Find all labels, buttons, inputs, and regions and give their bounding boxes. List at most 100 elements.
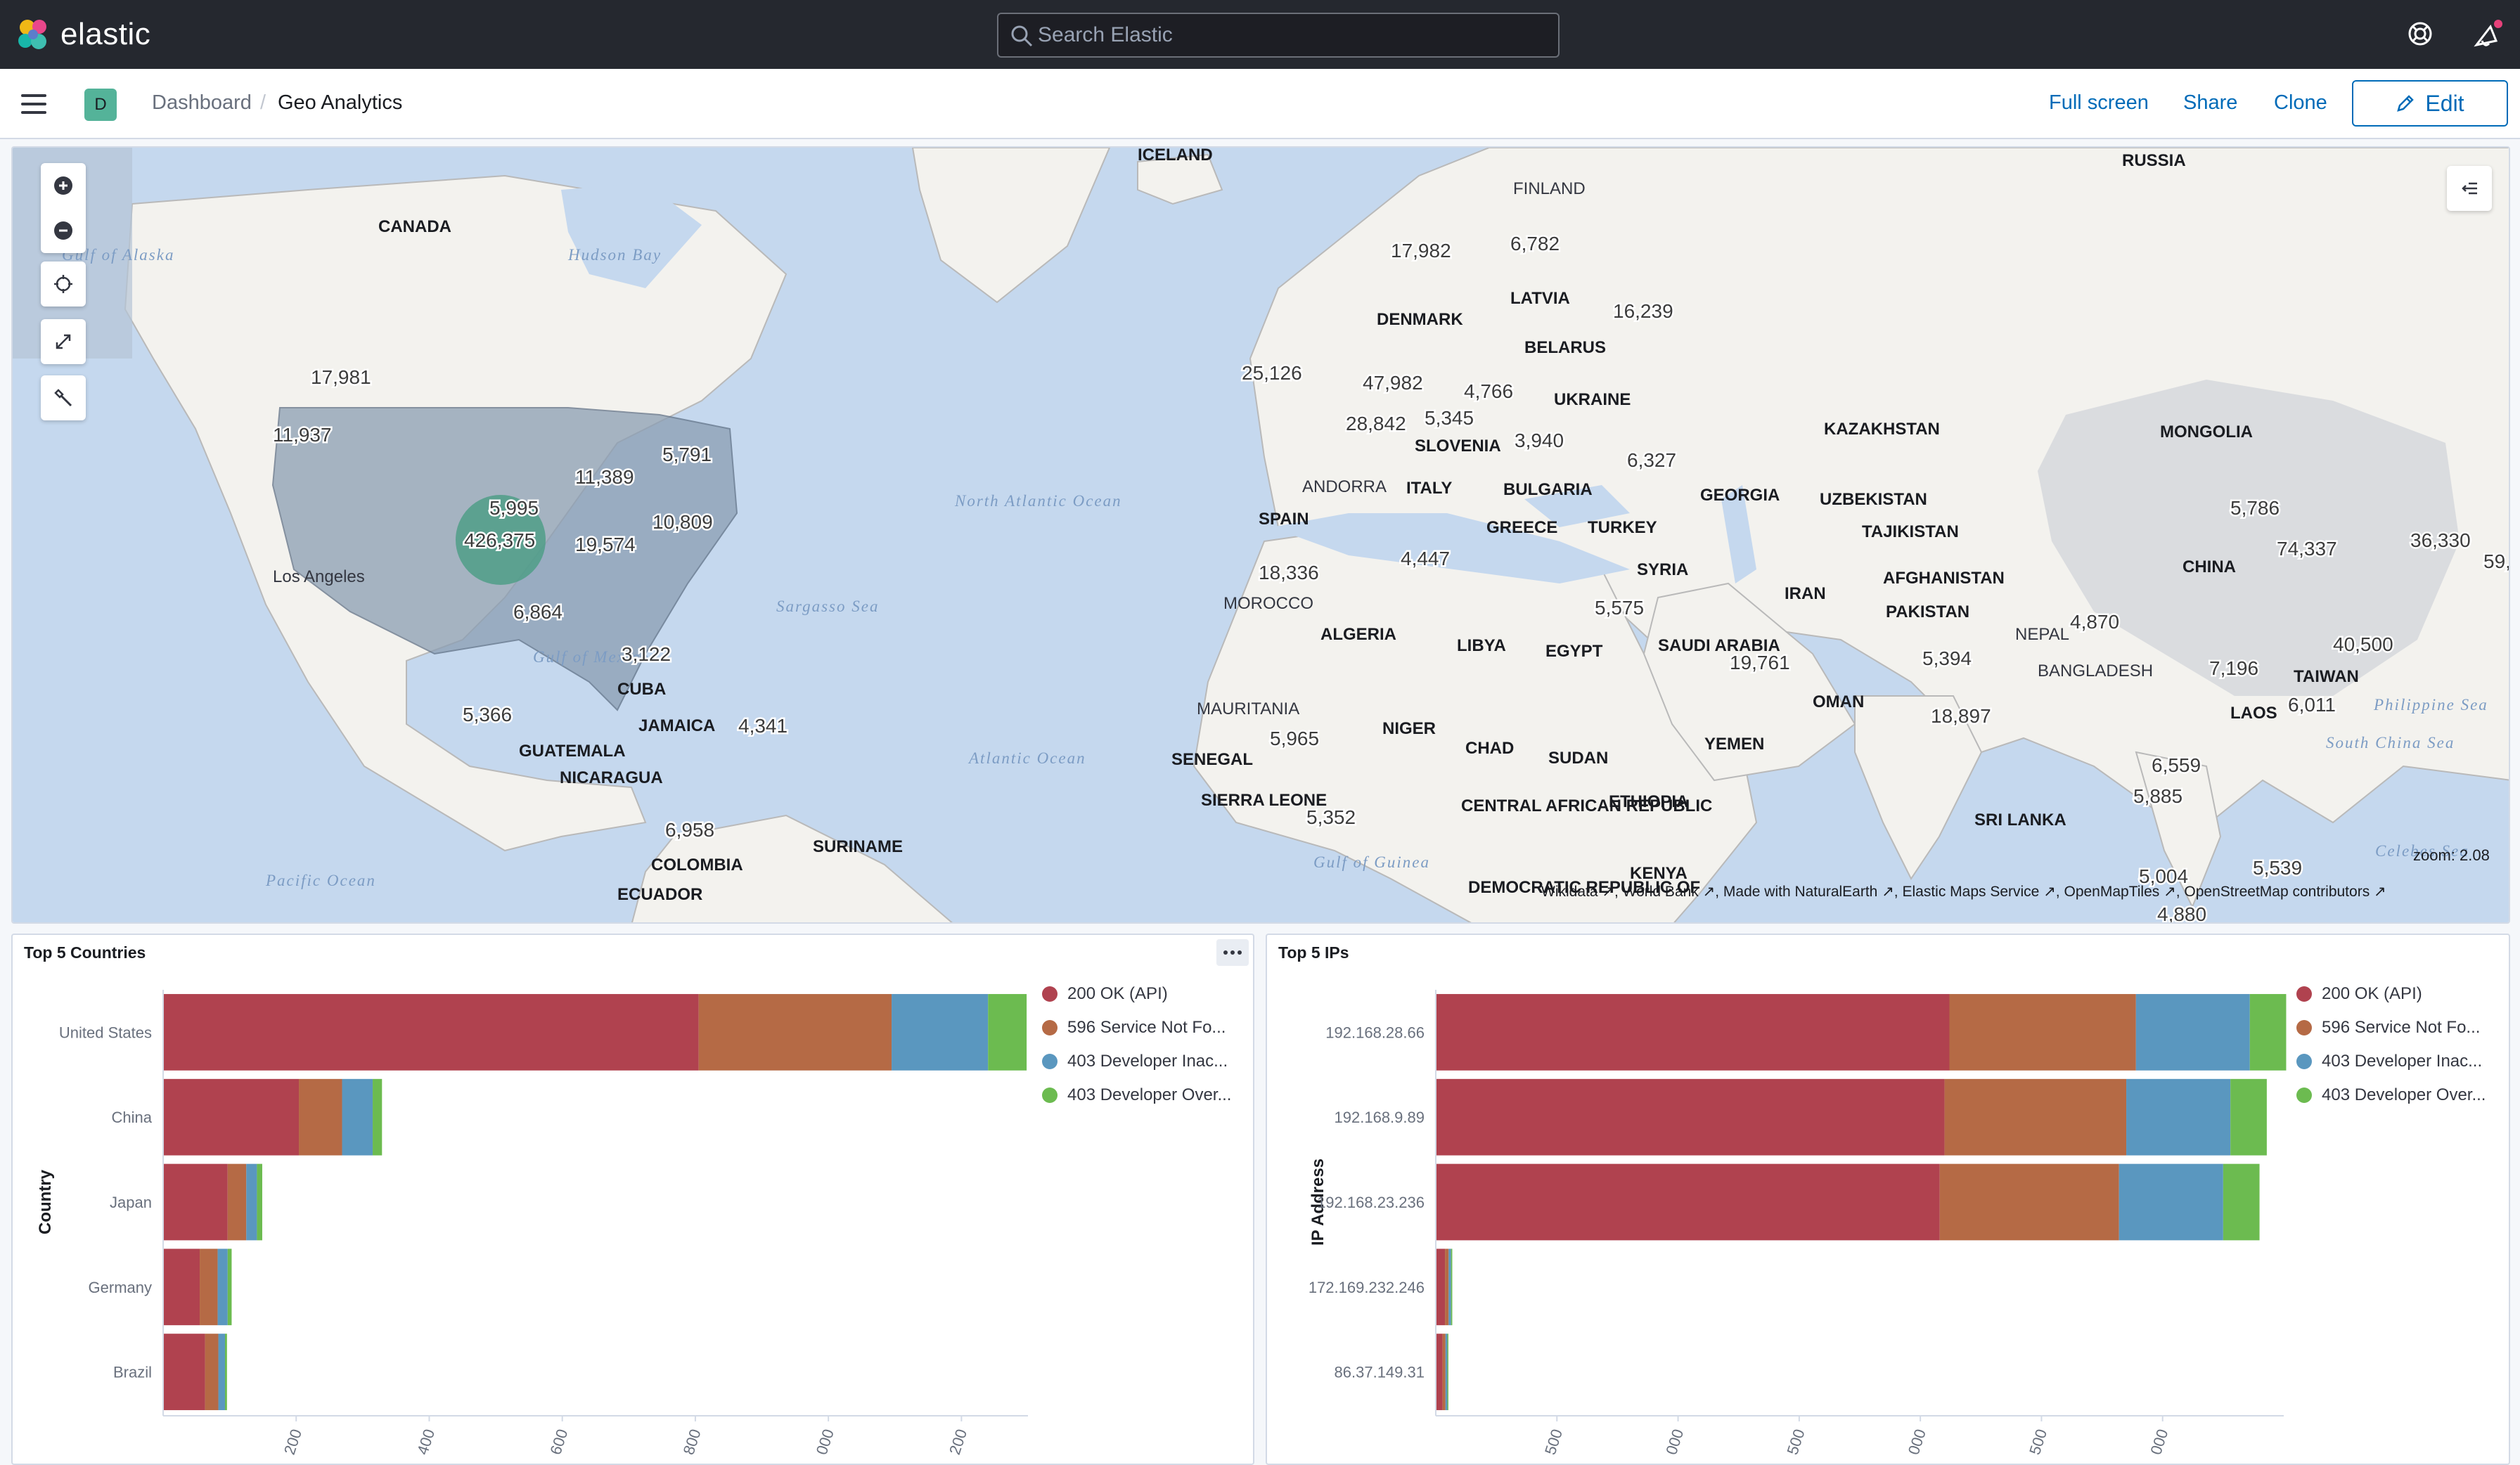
bar-segment[interactable] bbox=[224, 1334, 227, 1410]
attribution-link[interactable]: OpenStreetMap contributors bbox=[2184, 884, 2370, 900]
legend-dot bbox=[2296, 986, 2312, 1002]
world-map[interactable]: ICELAND RUSSIA FINLAND CANADA Gulf of Al… bbox=[13, 148, 2510, 924]
legend-item[interactable]: 596 Service Not Fo... bbox=[2296, 1018, 2486, 1038]
bar-segment[interactable] bbox=[163, 1248, 200, 1326]
bar-segment[interactable] bbox=[698, 994, 892, 1071]
map-label: Pacific Ocean bbox=[265, 872, 376, 889]
bar-segment[interactable] bbox=[227, 1248, 232, 1326]
cluster-count: 11,389 bbox=[575, 466, 634, 488]
bar-segment[interactable] bbox=[1939, 1163, 2119, 1241]
bar-segment[interactable] bbox=[200, 1248, 218, 1326]
x-tick-label: 3,000 bbox=[2143, 1427, 2172, 1455]
panel-options-button[interactable] bbox=[1216, 939, 1249, 966]
map-label: BULGARIA bbox=[1503, 480, 1593, 499]
attribution-link[interactable]: Made with NaturalEarth bbox=[1723, 884, 1877, 900]
news-icon[interactable] bbox=[2472, 20, 2505, 51]
cluster-count: 5,786 bbox=[2230, 497, 2280, 519]
bar-segment[interactable] bbox=[988, 994, 1027, 1071]
bar-segment[interactable] bbox=[2119, 1163, 2223, 1241]
bar-segment[interactable] bbox=[1944, 1078, 2127, 1156]
map-label: SPAIN bbox=[1259, 510, 1309, 529]
bar-segment[interactable] bbox=[163, 1334, 205, 1410]
reset-view-button[interactable] bbox=[41, 262, 86, 306]
cluster-count: 18,336 bbox=[1259, 562, 1319, 583]
zoom-out-button[interactable] bbox=[41, 208, 86, 253]
category-label: Japan bbox=[110, 1194, 152, 1211]
menu-icon[interactable] bbox=[21, 94, 46, 114]
legend-item[interactable]: 403 Developer Inac... bbox=[1042, 1052, 1231, 1071]
bar-segment[interactable] bbox=[2223, 1163, 2260, 1241]
bar-segment[interactable] bbox=[1436, 1163, 1940, 1241]
draw-tools-button[interactable] bbox=[41, 375, 86, 420]
full-screen-link[interactable]: Full screen bbox=[2049, 91, 2149, 115]
map-label: Philippine Sea bbox=[2373, 696, 2488, 714]
clone-link[interactable]: Clone bbox=[2274, 91, 2327, 115]
bar-segment[interactable] bbox=[1451, 1248, 1453, 1326]
attribution-link[interactable]: World Bank bbox=[1623, 884, 1699, 900]
bar-segment[interactable] bbox=[257, 1163, 262, 1241]
search-placeholder: Search Elastic bbox=[1038, 23, 1173, 46]
bar-segment[interactable] bbox=[2135, 994, 2250, 1071]
legend-item[interactable]: 200 OK (API) bbox=[1042, 984, 1231, 1004]
ips-bar-chart[interactable]: IP Address192.168.28.66192.168.9.89192.1… bbox=[1267, 935, 2294, 1455]
countries-bar-chart[interactable]: Country United States China Japan Germany Bra… bbox=[13, 935, 1039, 1455]
map-label: South China Sea bbox=[2326, 734, 2455, 751]
bar-segment[interactable] bbox=[2126, 1078, 2231, 1156]
space-avatar[interactable]: D bbox=[84, 89, 117, 121]
x-tick-label: 2,000 bbox=[1901, 1427, 1929, 1455]
x-tick-label: 2,500 bbox=[2021, 1427, 2050, 1455]
bar-segment[interactable] bbox=[1436, 1334, 1443, 1410]
map-panel[interactable]: ICELAND RUSSIA FINLAND CANADA Gulf of Al… bbox=[11, 146, 2510, 924]
bar-segment[interactable] bbox=[218, 1334, 225, 1410]
bar-segment[interactable] bbox=[2230, 1078, 2267, 1156]
elastic-logo-icon bbox=[18, 20, 46, 49]
bar-segment[interactable] bbox=[163, 994, 699, 1071]
bar-segment[interactable] bbox=[1436, 1248, 1446, 1326]
attribution-link[interactable]: Wikidata bbox=[1541, 884, 1598, 900]
bar-segment[interactable] bbox=[205, 1334, 219, 1410]
attribution-link[interactable]: Elastic Maps Service bbox=[1902, 884, 2039, 900]
expand-button[interactable] bbox=[41, 319, 86, 364]
bar-segment[interactable] bbox=[246, 1163, 257, 1241]
bar-segment[interactable] bbox=[1436, 1078, 1945, 1156]
bar-segment[interactable] bbox=[1448, 1248, 1451, 1326]
bar-segment[interactable] bbox=[892, 994, 989, 1071]
bar-segment[interactable] bbox=[163, 1163, 228, 1241]
map-label: MOROCCO bbox=[1223, 594, 1313, 613]
bar-segment[interactable] bbox=[1445, 1334, 1448, 1410]
bar-segment[interactable] bbox=[342, 1078, 373, 1156]
elastic-logo[interactable]: elastic bbox=[15, 17, 150, 52]
bar-segment[interactable] bbox=[299, 1078, 342, 1156]
bar-segment[interactable] bbox=[1442, 1334, 1446, 1410]
bar-segment[interactable] bbox=[1436, 994, 1950, 1071]
zoom-in-button[interactable] bbox=[41, 163, 86, 208]
help-icon[interactable] bbox=[2406, 20, 2434, 48]
cluster-count: 4,870 bbox=[2070, 611, 2119, 633]
map-label: CUBA bbox=[617, 680, 666, 699]
edit-button[interactable]: Edit bbox=[2352, 80, 2508, 127]
bar-segment[interactable] bbox=[163, 1078, 300, 1156]
category-label: Brazil bbox=[113, 1364, 152, 1381]
bar-segment[interactable] bbox=[373, 1078, 382, 1156]
bar-segment[interactable] bbox=[1445, 1248, 1449, 1326]
breadcrumb-dashboard[interactable]: Dashboard bbox=[152, 91, 252, 115]
legend-item[interactable]: 403 Developer Over... bbox=[2296, 1085, 2486, 1105]
legend-item[interactable]: 200 OK (API) bbox=[2296, 984, 2486, 1004]
share-link[interactable]: Share bbox=[2183, 91, 2237, 115]
legend-item[interactable]: 403 Developer Over... bbox=[1042, 1085, 1231, 1105]
cluster-count: 19,574 bbox=[575, 534, 636, 555]
bar-segment[interactable] bbox=[217, 1248, 228, 1326]
legend-item[interactable]: 596 Service Not Fo... bbox=[1042, 1018, 1231, 1038]
legend-label: 596 Service Not Fo... bbox=[1067, 1018, 1226, 1037]
cluster-count: 5,965 bbox=[1270, 728, 1319, 749]
legend-item[interactable]: 403 Developer Inac... bbox=[2296, 1052, 2486, 1071]
bar-segment[interactable] bbox=[227, 1163, 247, 1241]
bar-segment[interactable] bbox=[1949, 994, 2136, 1071]
axis-title: Country bbox=[36, 1169, 55, 1234]
layer-control-button[interactable] bbox=[2447, 166, 2492, 211]
map-label: EGYPT bbox=[1545, 642, 1603, 661]
map-label: Los Angeles bbox=[273, 567, 365, 586]
search-input[interactable]: Search Elastic bbox=[997, 13, 1560, 58]
attribution-link[interactable]: OpenMapTiles bbox=[2064, 884, 2159, 900]
bar-segment[interactable] bbox=[2249, 994, 2287, 1071]
